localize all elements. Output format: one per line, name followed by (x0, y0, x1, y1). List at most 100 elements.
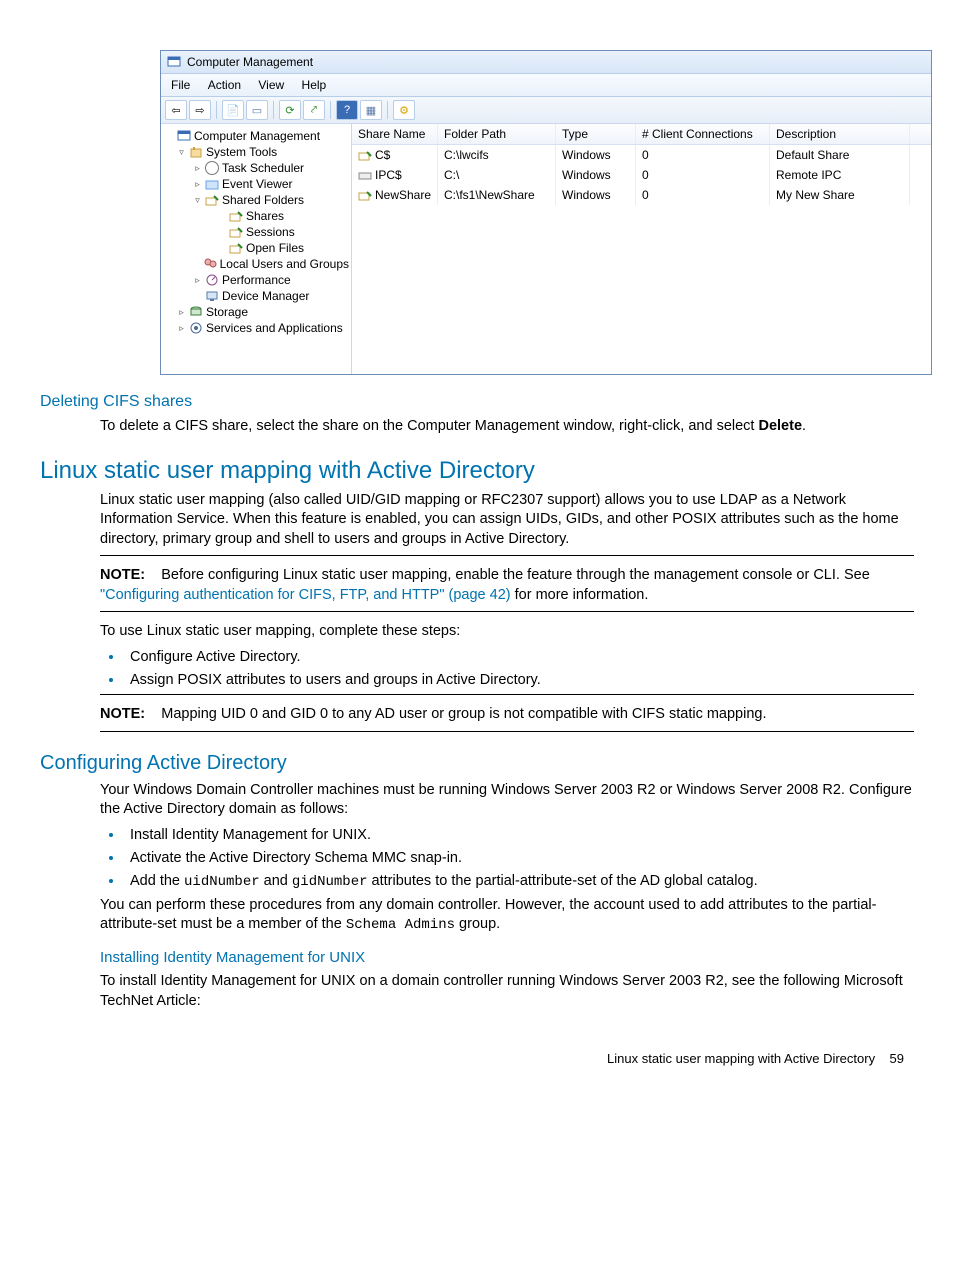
caret-none (217, 244, 226, 253)
help-icon[interactable]: ? (336, 100, 358, 120)
text: and (260, 873, 292, 889)
export-icon[interactable]: ⤤ (303, 100, 325, 120)
cell-folder-path: C:\fs1\NewShare (438, 185, 556, 205)
caret-none (217, 228, 226, 237)
window-toolbar: ⇦ ⇨ 📄 ▭ ⟳ ⤤ ? ▦ ⚙ (161, 97, 931, 124)
text: for more information. (511, 587, 649, 603)
menu-action[interactable]: Action (204, 76, 251, 94)
cell-folder-path: C:\ (438, 165, 556, 185)
col-description[interactable]: Description (770, 124, 910, 144)
delete-bold: Delete (758, 418, 802, 434)
tree-node-label: Services and Applications (206, 321, 343, 335)
listview-header[interactable]: Share Name Folder Path Type # Client Con… (352, 124, 931, 145)
note-linux-2: NOTE: Mapping UID 0 and GID 0 to any AD … (100, 705, 914, 725)
extra-icon[interactable]: ⚙ (393, 100, 415, 120)
refresh-icon[interactable]: ⟳ (279, 100, 301, 120)
tree-node[interactable]: ▹Performance (163, 272, 349, 288)
tree-node[interactable]: ▹Storage (163, 304, 349, 320)
clock-icon (205, 161, 219, 175)
heading-linux-mapping: Linux static user mapping with Active Di… (40, 457, 914, 485)
share-icon (229, 209, 243, 223)
up-folder-icon[interactable]: 📄 (222, 100, 244, 120)
users-icon (203, 257, 217, 271)
share-icon (229, 241, 243, 255)
tree-node-label: Device Manager (222, 289, 309, 303)
cell-share-name: C$ (375, 148, 390, 162)
systools-icon (189, 145, 203, 159)
properties-icon[interactable]: ▭ (246, 100, 268, 120)
page-footer: Linux static user mapping with Active Di… (40, 1051, 914, 1066)
tree-node[interactable]: ▹Task Scheduler (163, 160, 349, 176)
cell-description: Remote IPC (770, 165, 910, 185)
linux-steps-list: Configure Active Directory. Assign POSIX… (124, 648, 914, 688)
tree-node[interactable]: ▹ Services and Applications (163, 320, 349, 336)
share-row[interactable]: NewShareC:\fs1\NewShareWindows0My New Sh… (352, 185, 931, 205)
device-icon (205, 289, 219, 303)
tree-node[interactable]: Open Files (163, 240, 349, 256)
note-label: NOTE: (100, 706, 145, 722)
menu-view[interactable]: View (254, 76, 294, 94)
tree-node[interactable]: Device Manager (163, 288, 349, 304)
share-icon (358, 150, 372, 162)
menu-help[interactable]: Help (298, 76, 337, 94)
caret-none (165, 132, 174, 141)
tree-node-label: Computer Management (194, 129, 320, 143)
tree-node-label: Sessions (246, 225, 295, 239)
text: To delete a CIFS share, select the share… (100, 418, 758, 434)
toolbar-separator (273, 101, 274, 119)
note-rule (100, 694, 914, 695)
tree-node[interactable]: ▿Shared Folders (163, 192, 349, 208)
list-icon[interactable]: ▦ (360, 100, 382, 120)
code-gidnumber: gidNumber (292, 874, 368, 890)
para-linux-intro: Linux static user mapping (also called U… (100, 491, 914, 550)
folder-icon (205, 177, 219, 191)
tree-node[interactable]: Sessions (163, 224, 349, 240)
caret-right-icon[interactable]: ▹ (177, 324, 186, 333)
text: attributes to the partial-attribute-set … (368, 873, 758, 889)
toolbar-separator (216, 101, 217, 119)
forward-arrow-icon[interactable]: ⇨ (189, 100, 211, 120)
shares-listview[interactable]: Share Name Folder Path Type # Client Con… (352, 124, 931, 374)
note-linux-1: NOTE: Before configuring Linux static us… (100, 566, 914, 605)
caret-none (217, 212, 226, 221)
back-arrow-icon[interactable]: ⇦ (165, 100, 187, 120)
list-item: Add the uidNumber and gidNumber attribut… (124, 872, 914, 890)
caret-right-icon[interactable]: ▹ (193, 180, 202, 189)
col-share-name[interactable]: Share Name (352, 124, 438, 144)
share-row[interactable]: IPC$C:\Windows0Remote IPC (352, 165, 931, 185)
tree-node[interactable]: ▹Event Viewer (163, 176, 349, 192)
perf-icon (205, 273, 219, 287)
cell-description: My New Share (770, 185, 910, 205)
caret-right-icon[interactable]: ▹ (193, 276, 202, 285)
cell-connections: 0 (636, 145, 770, 165)
caret-right-icon[interactable]: ▹ (193, 164, 202, 173)
share-row[interactable]: C$C:\lwcifsWindows0Default Share (352, 145, 931, 165)
confad-steps-list: Install Identity Management for UNIX. Ac… (124, 826, 914, 890)
code-schema-admins: Schema Admins (346, 917, 455, 933)
caret-none (193, 260, 200, 269)
cell-type: Windows (556, 185, 636, 205)
tree-node[interactable]: Local Users and Groups (163, 256, 349, 272)
note-label: NOTE: (100, 567, 145, 583)
cell-type: Windows (556, 165, 636, 185)
toolbar-separator (330, 101, 331, 119)
col-type[interactable]: Type (556, 124, 636, 144)
share-icon (358, 190, 372, 202)
caret-down-icon[interactable]: ▿ (177, 148, 186, 157)
tree-node-label: Shares (246, 209, 284, 223)
tree-node[interactable]: Shares (163, 208, 349, 224)
heading-install-idmu: Installing Identity Management for UNIX (100, 949, 914, 966)
pipe-icon (358, 170, 372, 182)
list-item: Assign POSIX attributes to users and gro… (124, 671, 914, 688)
col-folder-path[interactable]: Folder Path (438, 124, 556, 144)
caret-down-icon[interactable]: ▿ (193, 196, 202, 205)
tree-node[interactable]: ▿System Tools (163, 144, 349, 160)
menu-file[interactable]: File (167, 76, 200, 94)
col-client-connections[interactable]: # Client Connections (636, 124, 770, 144)
tree-node[interactable]: Computer Management (163, 128, 349, 144)
list-item: Install Identity Management for UNIX. (124, 826, 914, 843)
caret-right-icon[interactable]: ▹ (177, 308, 186, 317)
navigation-tree[interactable]: Computer Management▿System Tools▹Task Sc… (161, 124, 352, 374)
para-confad-intro: Your Windows Domain Controller machines … (100, 781, 914, 820)
xref-auth-link[interactable]: "Configuring authentication for CIFS, FT… (100, 587, 511, 603)
